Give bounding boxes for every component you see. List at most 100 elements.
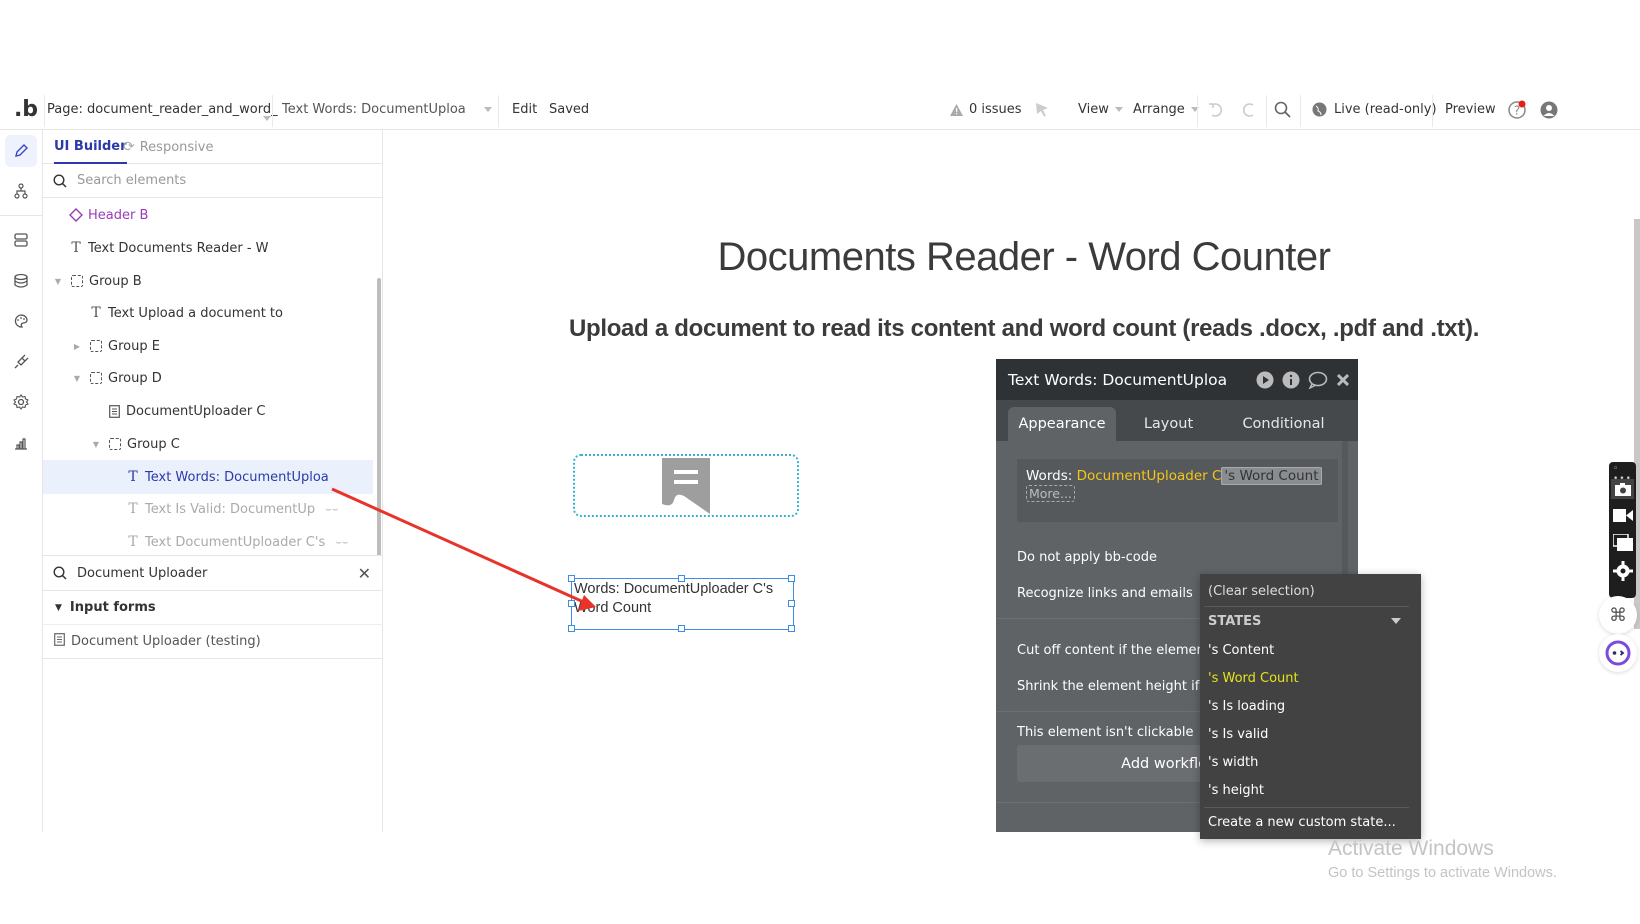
page-subtitle-text[interactable]: Upload a document to read its content an… [564,315,1484,343]
tree-item-group-c[interactable]: ▼ Group C [43,427,373,461]
dropdown-clear-selection[interactable]: (Clear selection) [1208,578,1315,604]
tree-item-text-is-valid[interactable]: T Text Is Valid: DocumentUp ⌣⌣ [43,492,373,526]
recorder-settings-button[interactable] [1613,561,1633,585]
bubble-logo[interactable]: .b [10,89,42,130]
dropdown-option[interactable]: 's Is valid [1208,721,1268,747]
text-content-expression[interactable]: Words: DocumentUploader C's Word Count M… [1017,459,1338,522]
play-icon[interactable] [1256,371,1274,389]
rail-data-button[interactable] [5,265,37,297]
tree-item-text-documentuploader[interactable]: T Text DocumentUploader C's ⌣⌣ [43,525,373,555]
rail-plugins-button[interactable] [5,346,37,378]
tab-conditional[interactable]: Conditional [1221,407,1346,441]
property-editor-title: Text Words: DocumentUploa [1008,370,1228,389]
document-uploader-element[interactable] [573,454,799,517]
more-button[interactable]: More... [1026,485,1075,502]
page-selector[interactable]: Page: document_reader_and_word_ [47,89,278,130]
dropdown-option[interactable]: 's height [1208,777,1264,803]
dropdown-option[interactable]: 's width [1208,749,1258,775]
tree-item-label: Text Documents Reader - W [88,240,269,256]
tab-layout[interactable]: Layout [1126,407,1211,441]
rail-settings-button[interactable] [5,386,37,418]
dropdown-option[interactable]: 's Content [1208,637,1274,663]
rail-styles-button[interactable] [5,305,37,337]
edit-button[interactable]: Edit [512,89,537,130]
live-version-button[interactable]: Live (read-only) [1312,89,1437,130]
option-recognize-links[interactable]: Recognize links and emails [1017,586,1193,601]
arrange-menu[interactable]: Arrange [1133,89,1199,130]
resize-handle[interactable] [788,575,795,582]
resize-handle[interactable] [678,625,685,632]
rail-design-button[interactable] [5,135,37,167]
account-button[interactable] [1540,89,1558,130]
tab-ui-builder[interactable]: UI Builder [54,130,127,164]
option-no-bbcode[interactable]: Do not apply bb-code [1017,550,1157,565]
add-element-search[interactable]: Document Uploader ✕ [43,555,383,591]
gear-icon [1613,561,1633,581]
tab-responsive[interactable]: ⟳ Responsive [123,130,213,164]
inspect-cursor-button[interactable] [1035,89,1049,130]
text-element-icon: T [128,534,138,550]
command-icon: ⌘ [1609,604,1627,626]
tree-item-text-words[interactable]: T Text Words: DocumentUploa [43,460,373,494]
tree-scrollbar[interactable] [377,278,381,555]
assistant-button[interactable] [1599,634,1637,672]
tab-appearance[interactable]: Appearance [1008,407,1116,441]
rail-logs-button[interactable] [5,427,37,459]
dropdown-create-custom-state[interactable]: Create a new custom state... [1208,809,1396,835]
rail-element-tree-button[interactable] [5,175,37,207]
tree-item-header-b[interactable]: Header B [43,198,373,232]
selected-text-element[interactable]: Words: DocumentUploader C's Word Count [571,578,794,630]
page-title-text[interactable]: Documents Reader - Word Counter [704,235,1344,280]
expand-arrow-icon[interactable]: ▶ [72,342,82,351]
resize-handle[interactable] [568,575,575,582]
resize-handle[interactable] [568,625,575,632]
hidden-eye-icon[interactable]: ⌣⌣ [325,504,338,515]
watermark-title: Activate Windows [1328,837,1494,860]
dropdown-section-states[interactable]: STATES [1208,608,1413,634]
window-capture-button[interactable] [1612,533,1633,555]
tree-item-group-d[interactable]: ▼ Group D [43,361,373,395]
tree-item-group-b[interactable]: ▼ Group B [43,264,373,298]
command-palette-button[interactable]: ⌘ [1599,596,1637,634]
collapse-arrow-icon[interactable]: ▼ [91,440,101,449]
clear-search-icon[interactable]: ✕ [358,564,371,583]
resize-handle[interactable] [678,575,685,582]
video-button[interactable] [1613,507,1633,526]
info-icon[interactable] [1282,371,1300,389]
category-input-forms[interactable]: ▼ Input forms [43,591,383,625]
comment-icon[interactable] [1308,371,1328,389]
expression-source[interactable]: DocumentUploader C [1077,468,1222,484]
search-button[interactable] [1274,89,1291,130]
hidden-eye-icon[interactable]: ⌣⌣ [335,537,348,548]
tree-item-text-upload[interactable]: T Text Upload a document to [43,296,373,330]
close-icon[interactable] [1336,373,1350,387]
dropdown-option-highlighted[interactable]: 's Word Count [1208,665,1299,691]
property-editor-header[interactable]: Text Words: DocumentUploa [996,359,1358,400]
tree-item-documentuploader-c[interactable]: DocumentUploader C [43,394,373,428]
undo-button[interactable] [1207,89,1225,130]
issues-button[interactable]: 0 issues [950,89,1022,130]
expression-state-chip[interactable]: 's Word Count [1221,467,1322,485]
help-button[interactable]: ? [1507,89,1527,130]
option-not-clickable[interactable]: This element isn't clickable [1017,725,1194,740]
element-search[interactable]: Search elements [43,164,383,198]
option-shrink-height[interactable]: Shrink the element height if the [1017,679,1225,694]
tree-item-group-e[interactable]: ▶ Group E [43,329,373,363]
resize-handle[interactable] [788,625,795,632]
resize-handle[interactable] [568,600,575,607]
view-menu[interactable]: View [1078,89,1123,130]
resize-handle[interactable] [788,600,795,607]
option-cut-off-content[interactable]: Cut off content if the element i [1017,643,1218,658]
redo-button[interactable] [1240,89,1258,130]
element-result-document-uploader[interactable]: Document Uploader (testing) [43,625,383,659]
element-selector[interactable]: Text Words: DocumentUploa [282,89,492,130]
group-icon [88,340,104,352]
tree-item-text-documents-reader[interactable]: T Text Documents Reader - W [43,231,373,265]
dropdown-option[interactable]: 's Is loading [1208,693,1285,719]
collapse-arrow-icon[interactable]: ▼ [53,277,63,286]
panel-tabs: UI Builder ⟳ Responsive [43,130,383,164]
camera-button[interactable] [1611,479,1634,499]
rail-workflow-button[interactable] [5,224,37,256]
preview-button[interactable]: Preview [1445,89,1496,130]
collapse-arrow-icon[interactable]: ▼ [72,374,82,383]
